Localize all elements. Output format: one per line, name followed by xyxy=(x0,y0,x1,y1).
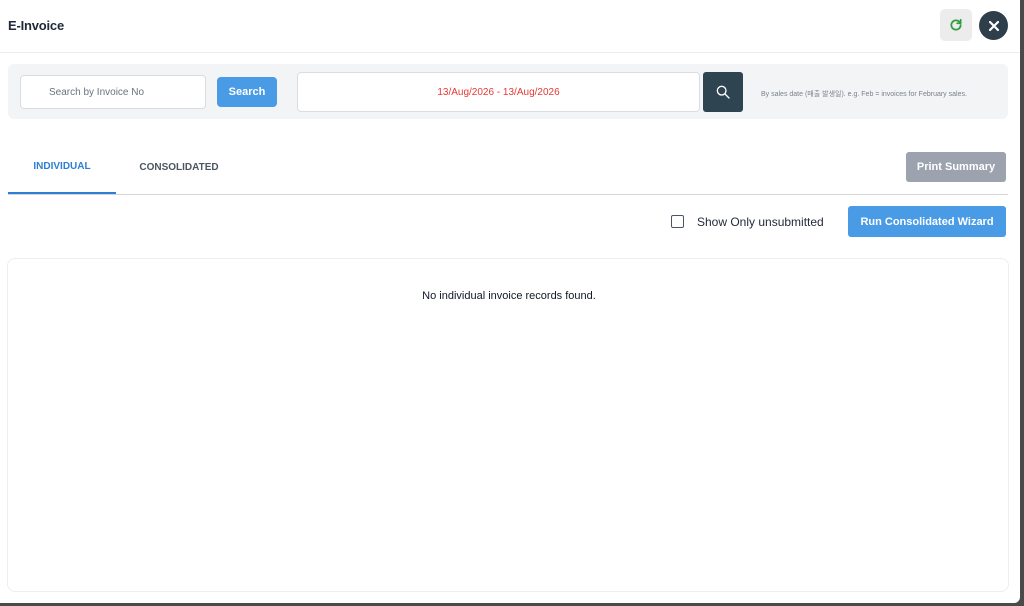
filter-bar: Search 13/Aug/2026 - 13/Aug/2026 By sale… xyxy=(8,64,1008,119)
print-summary-button[interactable]: Print Summary xyxy=(906,152,1006,182)
search-icon xyxy=(716,85,730,99)
date-hint: By sales date (매출 발생일). e.g. Feb = invoi… xyxy=(761,91,967,98)
list-toolbar: Show Only unsubmitted Run Consolidated W… xyxy=(8,206,1008,238)
run-consolidated-wizard-button[interactable]: Run Consolidated Wizard xyxy=(848,206,1006,237)
tab-consolidated[interactable]: CONSOLIDATED xyxy=(116,140,242,194)
invoice-list-panel: No individual invoice records found. xyxy=(7,258,1009,592)
show-unsubmitted-label[interactable]: Show Only unsubmitted xyxy=(697,215,824,229)
refresh-icon xyxy=(950,18,962,31)
date-range-value: 13/Aug/2026 - 13/Aug/2026 xyxy=(437,86,560,98)
invoice-search-input[interactable] xyxy=(20,75,206,109)
refresh-button[interactable] xyxy=(940,9,972,41)
search-button[interactable]: Search xyxy=(217,77,277,107)
tab-individual[interactable]: INDIVIDUAL xyxy=(8,140,116,194)
e-invoice-modal: E-Invoice Search 13/Aug/2026 - 13/Aug/20… xyxy=(0,0,1020,603)
date-range-picker[interactable]: 13/Aug/2026 - 13/Aug/2026 xyxy=(297,72,700,112)
close-button[interactable] xyxy=(979,11,1008,40)
close-icon xyxy=(988,20,999,31)
backdrop-edge-right xyxy=(1020,0,1024,606)
date-search-button[interactable] xyxy=(703,72,743,112)
modal-header: E-Invoice xyxy=(0,0,1020,53)
page-title: E-Invoice xyxy=(8,18,64,33)
empty-state-message: No individual invoice records found. xyxy=(422,290,596,302)
show-unsubmitted-checkbox[interactable] xyxy=(671,215,684,228)
invoice-tabs: INDIVIDUAL CONSOLIDATED Print Summary xyxy=(8,140,1008,195)
